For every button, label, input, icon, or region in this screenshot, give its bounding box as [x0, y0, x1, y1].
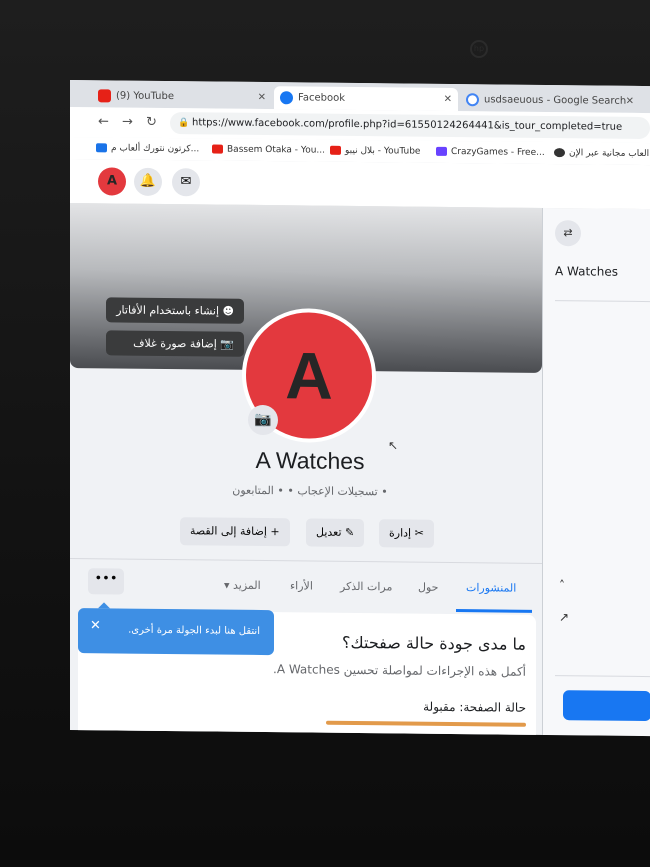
bookmark-item[interactable]: العاب مجانية عبر الإن...	[554, 146, 650, 161]
edit-button[interactable]: ✎ تعديل	[306, 518, 365, 548]
camera-icon[interactable]: 📷	[248, 404, 278, 436]
tab-label: (9) YouTube	[116, 90, 175, 103]
avatar-icon: ☻	[222, 304, 234, 318]
tab-more[interactable]: ▾ المزيد	[224, 579, 261, 592]
tour-tooltip[interactable]: انتقل هنا لبدء الجولة مرة أخرى. ✕	[78, 608, 274, 656]
button-label: إدارة	[389, 526, 412, 540]
tab-label: usdsaeuous - Google Search	[484, 94, 627, 107]
close-icon[interactable]: ✕	[626, 90, 634, 113]
lock-icon: 🔒	[178, 118, 190, 129]
hp-logo-icon: hp	[470, 40, 488, 58]
back-arrow-icon[interactable]: ←	[98, 114, 109, 129]
button-label: إضافة صورة غلاف	[133, 336, 217, 351]
primary-action-button[interactable]	[563, 690, 650, 722]
status-progress-bar	[326, 720, 526, 727]
button-label: تعديل	[316, 525, 342, 539]
create-with-avatar-button[interactable]: ☻ إنشاء باستخدام الأفاتار	[106, 297, 244, 324]
youtube-icon	[98, 89, 111, 103]
bookmark-label: بلال نيبو - YouTube	[345, 145, 421, 157]
card-subtitle: أكمل هذه الإجراءات لمواصلة تحسين A Watch…	[272, 662, 526, 679]
browser-screen: (9) YouTube ✕ Facebook ✕ usdsaeuous - Go…	[70, 80, 650, 737]
divider	[555, 675, 650, 678]
camera-icon: 📷	[220, 337, 234, 351]
switch-profile-icon[interactable]: ⇄	[555, 220, 581, 247]
bookmark-item[interactable]: Bassem Otaka - You...	[212, 142, 325, 157]
bookmark-icon	[436, 146, 447, 156]
url-text: https://www.facebook.com/profile.php?id=…	[192, 117, 623, 133]
button-label: إضافة إلى القصة	[190, 524, 267, 539]
button-label: إنشاء باستخدام الأفاتار	[116, 303, 220, 318]
bookmark-icon	[96, 143, 107, 153]
divider	[555, 300, 650, 303]
bookmark-label: CrazyGames - Free...	[451, 146, 545, 158]
bookmark-item[interactable]: بلال نيبو - YouTube	[330, 144, 420, 159]
bookmark-icon	[212, 144, 223, 154]
close-icon[interactable]: ✕	[444, 88, 452, 111]
right-panel: ⇄ A Watches ˄ ↗	[542, 207, 650, 737]
bookmark-item[interactable]: كرتون نتورك ألعاب م...	[96, 141, 199, 156]
chevron-up-icon[interactable]: ˄	[559, 578, 565, 592]
card-title: ما مدى جودة حالة صفحتك؟	[342, 632, 526, 654]
close-icon[interactable]: ✕	[90, 618, 101, 633]
tooltip-text: انتقل هنا لبدء الجولة مرة أخرى.	[128, 624, 260, 637]
bookmark-label: كرتون نتورك ألعاب م...	[111, 143, 200, 155]
page-status-text: حالة الصفحة: مقبولة	[423, 699, 526, 715]
chevron-down-icon: ▾	[224, 578, 230, 592]
tab-reviews[interactable]: الأراء	[290, 579, 313, 592]
expand-arrow-icon[interactable]: ↗	[559, 610, 569, 624]
facebook-icon	[280, 91, 293, 105]
tab-posts[interactable]: المنشورات	[466, 581, 516, 595]
tab-label: المزيد	[233, 578, 261, 592]
forward-arrow-icon[interactable]: →	[122, 115, 133, 130]
right-panel-page-name: A Watches	[555, 264, 619, 279]
add-cover-photo-button[interactable]: 📷 إضافة صورة غلاف	[106, 330, 244, 357]
tools-icon: ✂	[414, 526, 424, 540]
facebook-header: A 🔔 ✉	[70, 159, 650, 211]
close-icon[interactable]: ✕	[258, 86, 266, 109]
account-avatar[interactable]: A	[98, 167, 126, 196]
bookmark-icon	[554, 148, 565, 158]
page-title: A Watches	[255, 446, 365, 475]
profile-tabs: المنشورات حول مرات الذكر الأراء ▾ المزيد	[70, 558, 542, 614]
bookmark-label: العاب مجانية عبر الإن...	[569, 148, 650, 160]
bookmark-item[interactable]: CrazyGames - Free...	[436, 145, 545, 160]
plus-icon: +	[270, 525, 280, 539]
more-options-button[interactable]: •••	[88, 568, 124, 595]
notifications-bell-icon[interactable]: 🔔	[134, 167, 162, 196]
messenger-icon[interactable]: ✉	[172, 168, 200, 197]
tab-about[interactable]: حول	[418, 581, 438, 594]
bookmark-icon	[330, 145, 341, 155]
bookmark-label: Bassem Otaka - You...	[227, 144, 325, 156]
url-field[interactable]: 🔒 https://www.facebook.com/profile.php?i…	[170, 112, 650, 140]
google-icon	[466, 93, 479, 107]
pencil-icon: ✎	[345, 525, 355, 539]
add-to-story-button[interactable]: + إضافة إلى القصة	[180, 517, 290, 547]
tab-facebook[interactable]: Facebook ✕	[274, 86, 458, 112]
page-stats: • تسجيلات الإعجاب • • المتابعون	[232, 483, 388, 499]
tab-google-search[interactable]: usdsaeuous - Google Search ✕	[460, 88, 640, 113]
reload-icon[interactable]: ↻	[146, 115, 157, 130]
manage-button[interactable]: ✂ إدارة	[379, 519, 434, 548]
tab-youtube[interactable]: (9) YouTube ✕	[92, 84, 272, 109]
tab-mentions[interactable]: مرات الذكر	[340, 580, 392, 594]
tab-label: Facebook	[298, 92, 345, 104]
